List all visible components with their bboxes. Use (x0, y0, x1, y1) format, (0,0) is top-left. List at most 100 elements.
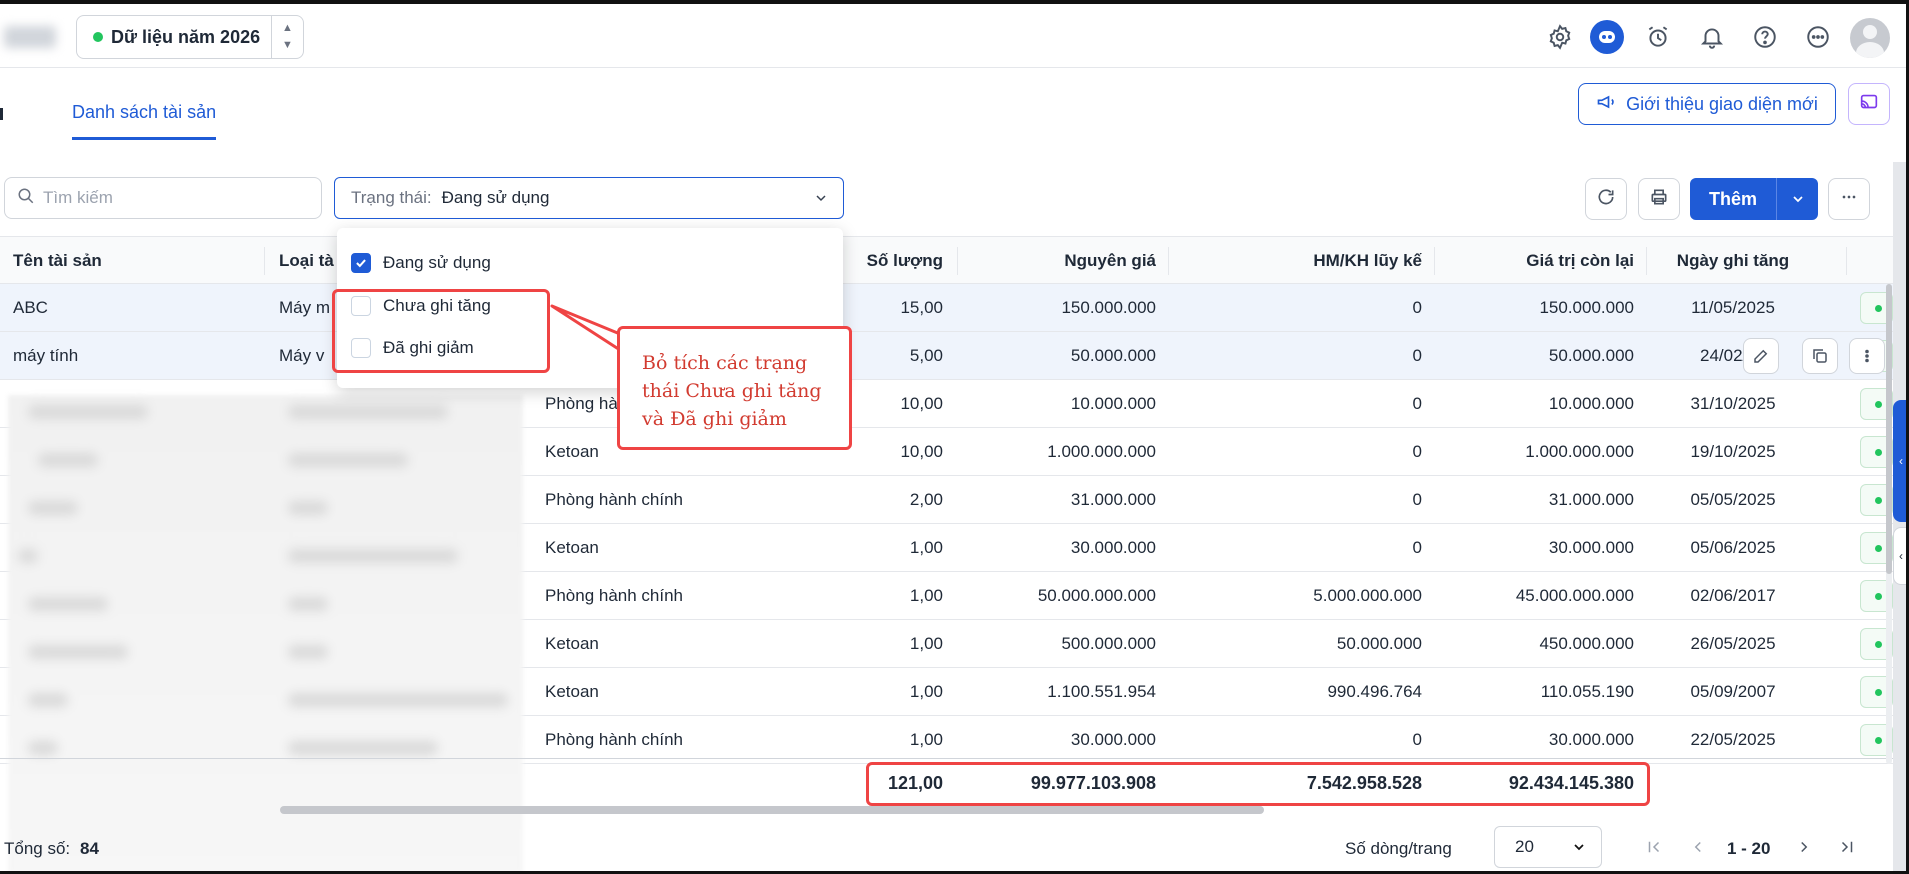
cell-name: ABC (13, 298, 48, 317)
cell-qty: 10,00 (900, 442, 943, 461)
refresh-button[interactable] (1585, 178, 1627, 220)
cell-qty: 5,00 (909, 346, 943, 365)
cell-cost: 500.000.000 (1061, 634, 1156, 653)
callout-line-1: Bỏ tích các trạng (642, 352, 808, 374)
more-vertical-icon[interactable] (1849, 338, 1885, 374)
table-row[interactable]: ABC Máy m 15,00 150.000.000 0 150.000.000 11/0… (0, 284, 1893, 332)
callout-line-3: và Đã ghi giảm (642, 408, 787, 430)
cell-depreciation: 0 (1412, 298, 1422, 317)
cell-cost: 30.000.000 (1070, 538, 1156, 557)
cell-depreciation: 0 (1412, 490, 1422, 509)
header-qty[interactable]: Số lượng (843, 251, 943, 271)
more-button[interactable] (1828, 178, 1870, 220)
blurred-logo (4, 26, 56, 48)
column-divider[interactable] (264, 247, 265, 275)
cell-department: Ketoan (545, 634, 599, 653)
cell-cost: 30.000.000 (1070, 730, 1156, 749)
header-cost[interactable]: Nguyên giá (960, 251, 1156, 271)
column-divider[interactable] (1434, 247, 1435, 275)
chevron-down-icon[interactable] (1777, 191, 1818, 207)
option-in-use[interactable]: Đang sử dụng (351, 248, 491, 278)
header-remaining-value[interactable]: Giá trị còn lại (1436, 251, 1634, 271)
bell-icon[interactable] (1697, 22, 1727, 52)
tab-asset-list[interactable]: Danh sách tài sản (72, 102, 217, 140)
column-divider[interactable] (1846, 247, 1847, 275)
option-in-use-label: Đang sử dụng (383, 253, 491, 272)
cell-remaining-value: 450.000.000 (1539, 634, 1634, 653)
cell-increase-date: 26/05/2025 (1690, 634, 1776, 653)
refresh-icon (1596, 187, 1616, 212)
cell-qty: 2,00 (909, 490, 943, 509)
header-increase-date[interactable]: Ngày ghi tăng (1648, 251, 1818, 271)
chevron-up-icon[interactable]: ▲ (282, 20, 293, 37)
cell-increase-date: 22/05/2025 (1690, 730, 1776, 749)
cell-cost: 50.000.000 (1070, 346, 1156, 365)
previous-page-icon[interactable] (1689, 838, 1707, 861)
next-page-icon[interactable] (1795, 838, 1813, 861)
chevron-down-icon (813, 190, 829, 211)
cell-cost: 31.000.000 (1070, 490, 1156, 509)
cell-cost: 150.000.000 (1061, 298, 1156, 317)
asset-panel: Tìm kiếm Trạng thái: Đang sử dụng Thêm T… (0, 162, 1893, 874)
header-name[interactable]: Tên tài sản (13, 251, 102, 271)
add-button-label: Thêm (1708, 188, 1757, 209)
assistant-bot-icon[interactable] (1590, 20, 1624, 54)
total-count-label: Tổng số: (4, 839, 71, 858)
tab-edge-fragment (0, 108, 3, 120)
chevron-left-icon: ‹ (1899, 454, 1903, 468)
cell-remaining-value: 31.000.000 (1548, 490, 1634, 509)
more-circle-icon[interactable] (1803, 22, 1833, 52)
tab-bar: Danh sách tài sản Giới thiệu giao diện m… (0, 68, 1909, 162)
header-depreciation[interactable]: HM/KH lũy kế (1170, 251, 1422, 271)
horizontal-scrollbar[interactable] (280, 806, 1264, 814)
copy-icon[interactable] (1802, 338, 1838, 374)
print-button[interactable] (1638, 178, 1680, 220)
alarm-clock-icon[interactable] (1643, 22, 1673, 52)
table-header: Tên tài sản Loại tà Số lượng Nguyên giá … (0, 236, 1893, 284)
avatar[interactable] (1850, 18, 1890, 58)
column-divider[interactable] (1646, 247, 1647, 275)
year-selector[interactable]: Dữ liệu năm 2026 ▲ ▼ (76, 15, 304, 59)
chevron-down-icon[interactable]: ▼ (282, 37, 293, 54)
header-type[interactable]: Loại tà (279, 251, 334, 271)
rows-per-page-value: 20 (1515, 837, 1534, 856)
cell-qty: 1,00 (909, 730, 943, 749)
checkbox-checked[interactable] (351, 253, 371, 273)
first-page-icon[interactable] (1645, 838, 1663, 861)
cell-increase-date: 31/10/2025 (1690, 394, 1776, 413)
cell-type: Máy v (279, 346, 325, 365)
cell-increase-date: 24/02/ (1700, 346, 1748, 365)
table-footer: Tổng số: 84 Số dòng/trang 20 1 - 20 (0, 822, 1893, 872)
cell-department: Phòng hành chính (545, 730, 684, 749)
cell-department: Phòng hà (545, 394, 618, 413)
cast-button[interactable] (1848, 83, 1890, 125)
cell-remaining-value: 50.000.000 (1548, 346, 1634, 365)
cast-icon (1858, 91, 1880, 118)
column-divider[interactable] (1168, 247, 1169, 275)
edit-icon[interactable] (1743, 338, 1779, 374)
vertical-scrollbar[interactable] (1886, 284, 1892, 764)
year-stepper[interactable]: ▲ ▼ (271, 16, 303, 58)
cell-increase-date: 02/06/2017 (1690, 586, 1776, 605)
add-button[interactable]: Thêm (1690, 178, 1818, 220)
intro-new-ui-button[interactable]: Giới thiệu giao diện mới (1578, 83, 1836, 125)
year-status-dot (93, 32, 103, 42)
cell-cost: 50.000.000.000 (1037, 586, 1156, 605)
search-icon (17, 187, 35, 210)
table-row[interactable]: máy tính Máy v 5,00 50.000.000 0 50.000.000 24… (0, 332, 1893, 380)
cell-department: Ketoan (545, 442, 599, 461)
search-placeholder: Tìm kiếm (43, 188, 113, 207)
gear-icon[interactable] (1545, 22, 1575, 52)
last-page-icon[interactable] (1838, 838, 1856, 861)
intro-new-ui-label: Giới thiệu giao diện mới (1626, 93, 1818, 114)
column-divider[interactable] (957, 247, 958, 275)
cell-department: Ketoan (545, 538, 599, 557)
search-input[interactable]: Tìm kiếm (4, 177, 322, 219)
cell-remaining-value: 45.000.000.000 (1515, 586, 1634, 605)
cell-increase-date: 11/05/2025 (1691, 298, 1775, 317)
cell-cost: 1.100.551.954 (1047, 682, 1156, 701)
cell-remaining-value: 110.055.190 (1540, 682, 1634, 701)
status-filter[interactable]: Trạng thái: Đang sử dụng (334, 177, 844, 219)
rows-per-page-select[interactable]: 20 (1494, 826, 1602, 868)
help-icon[interactable] (1750, 22, 1780, 52)
